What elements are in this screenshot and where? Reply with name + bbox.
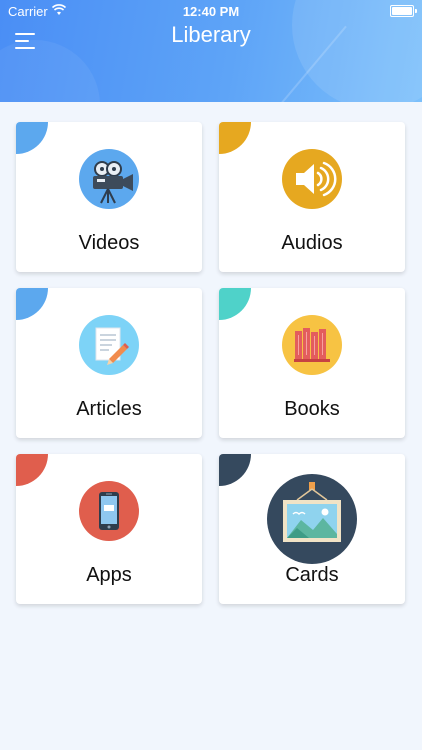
smartphone-icon bbox=[79, 481, 139, 541]
books-icon bbox=[282, 315, 342, 375]
card-label: Audios bbox=[281, 232, 343, 254]
category-card-articles[interactable]: Articles bbox=[16, 288, 202, 438]
page-title: Liberary bbox=[171, 22, 251, 47]
card-label: Books bbox=[284, 398, 340, 420]
category-card-audios[interactable]: Audios bbox=[219, 122, 405, 272]
card-corner-accent bbox=[219, 122, 251, 154]
battery-icon bbox=[390, 5, 417, 17]
card-label: Cards bbox=[285, 564, 339, 586]
card-corner-accent bbox=[16, 454, 48, 486]
category-card-cards[interactable]: Cards bbox=[219, 454, 405, 604]
card-label: Videos bbox=[78, 232, 140, 254]
video-camera-icon bbox=[79, 149, 139, 209]
category-card-videos[interactable]: Videos bbox=[16, 122, 202, 272]
speaker-icon bbox=[282, 149, 342, 209]
card-label: Articles bbox=[76, 398, 142, 420]
card-corner-accent bbox=[219, 454, 251, 486]
card-corner-accent bbox=[16, 122, 48, 154]
card-label: Apps bbox=[86, 564, 132, 586]
category-card-apps[interactable]: Apps bbox=[16, 454, 202, 604]
card-corner-accent bbox=[219, 288, 251, 320]
picture-frame-icon bbox=[267, 474, 357, 564]
status-bar: Carrier 12:40 PM bbox=[0, 0, 422, 22]
clock: 12:40 PM bbox=[182, 4, 240, 19]
card-corner-accent bbox=[16, 288, 48, 320]
document-pencil-icon bbox=[79, 315, 139, 375]
category-card-books[interactable]: Books bbox=[219, 288, 405, 438]
